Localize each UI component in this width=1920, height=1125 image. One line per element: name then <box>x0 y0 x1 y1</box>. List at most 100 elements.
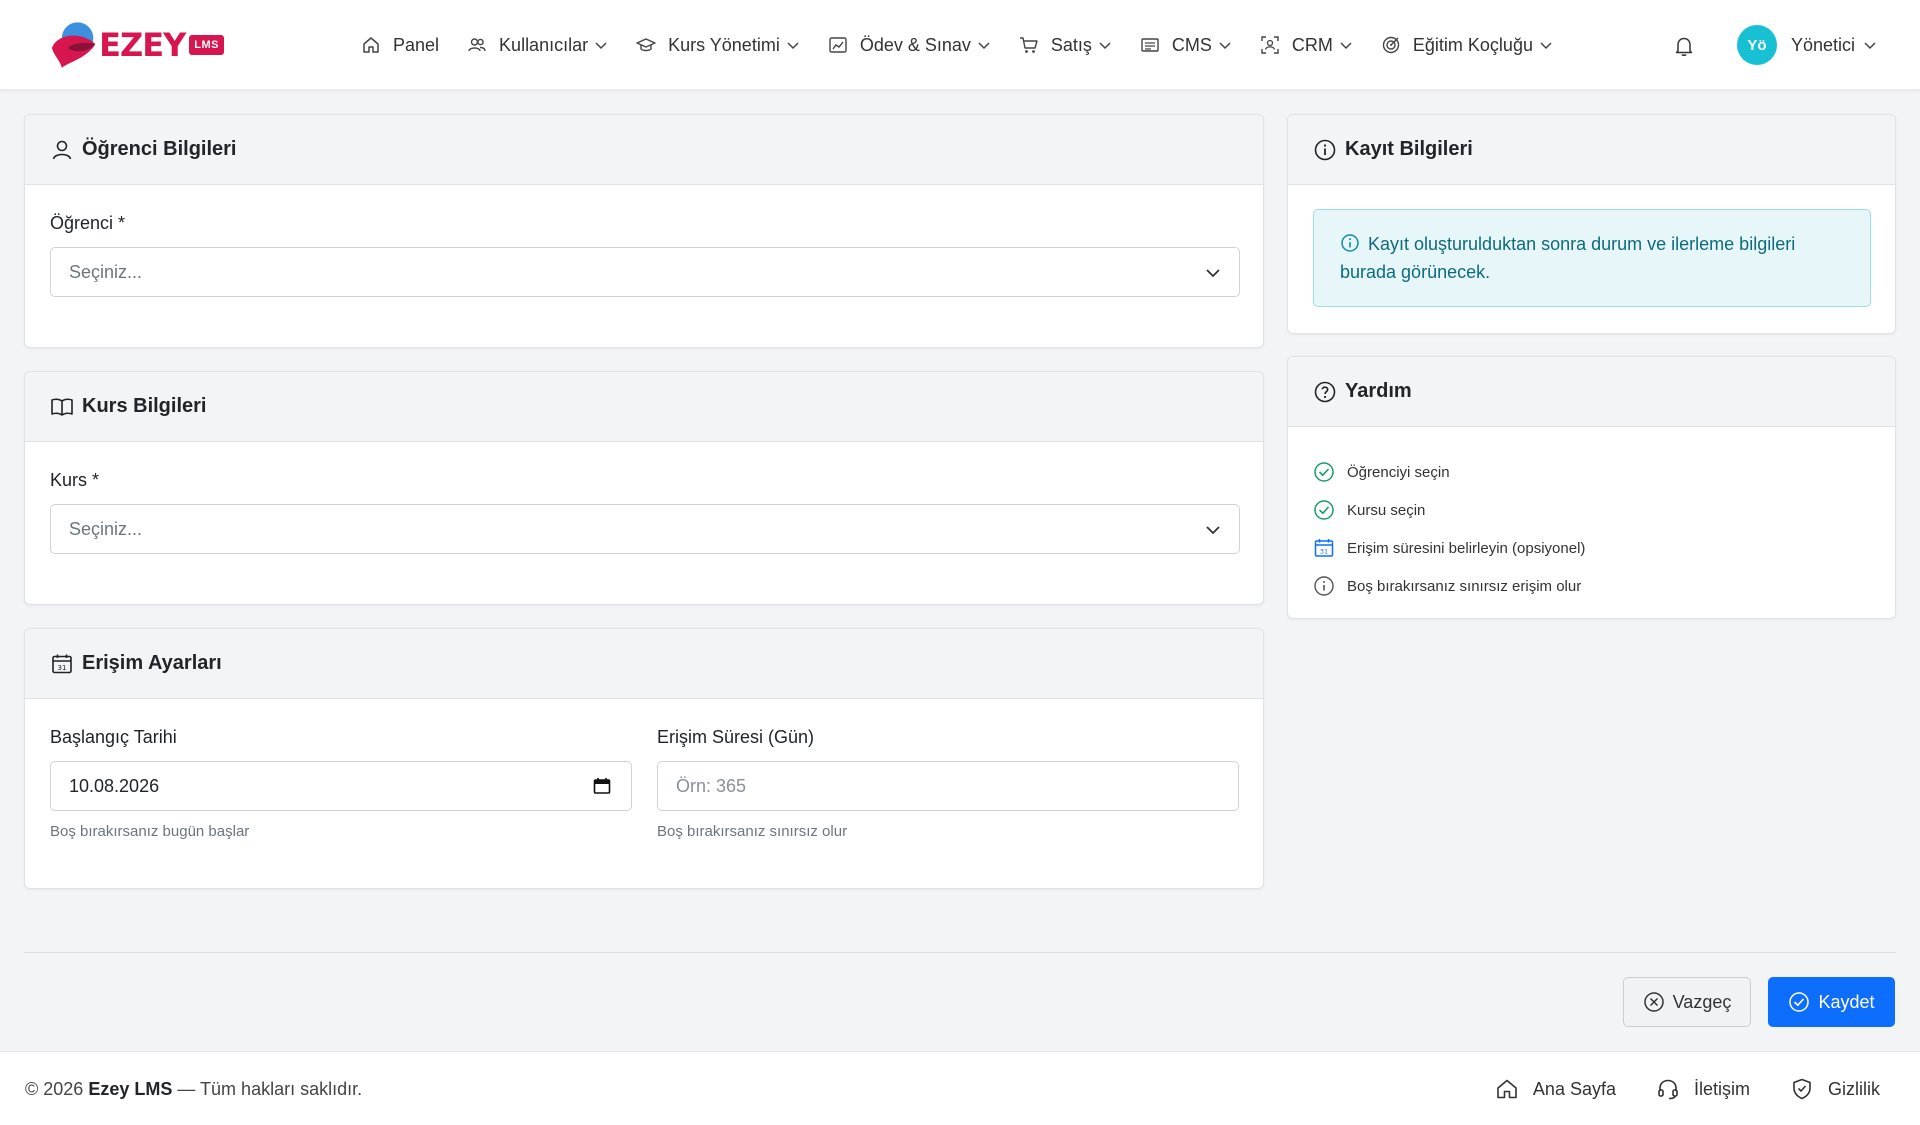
logo-mark-icon <box>51 22 96 68</box>
info-circle-icon <box>1314 139 1336 160</box>
user-name: Yönetici <box>1791 34 1856 55</box>
book-icon <box>51 398 73 416</box>
nav-label: Ödev & Sınav <box>859 34 971 55</box>
check-circle-icon <box>1314 462 1334 482</box>
nav-item-sales[interactable]: Satış <box>1005 0 1126 90</box>
info-circle-icon <box>1341 234 1359 252</box>
chevron-down-icon <box>1099 42 1111 50</box>
card-header: Öğrenci Bilgileri <box>25 115 1263 185</box>
course-info-card: Kurs Bilgileri Kurs * Seçiniz... <box>24 371 1264 605</box>
question-circle-icon <box>1314 381 1336 402</box>
help-card: Yardım Öğrenciyi seçin Kursu seçin 31 Er… <box>1287 356 1896 619</box>
nav-label: Kullanıcılar <box>499 34 589 55</box>
access-settings-card: 31 Erişim Ayarları Başlangıç Tarihi 10.0… <box>24 628 1264 889</box>
student-select-placeholder: Seçiniz... <box>69 261 143 282</box>
chevron-down-icon <box>787 42 799 50</box>
help-item: Öğrenciyi seçin <box>1313 453 1585 491</box>
bell-icon[interactable] <box>1672 34 1696 58</box>
nav-label: Kurs Yönetimi <box>668 34 780 55</box>
help-item-text: Erişim süresini belirleyin (opsiyonel) <box>1347 539 1586 557</box>
start-date-value: 10.08.2026 <box>69 775 160 796</box>
footer-link-home[interactable]: Ana Sayfa <box>1495 1077 1616 1101</box>
nav-item-crm[interactable]: CRM <box>1246 0 1367 90</box>
chevron-down-icon <box>1206 269 1220 278</box>
brand-name: EZEY <box>99 26 186 64</box>
home-icon <box>1497 1079 1517 1099</box>
help-item-text: Boş bırakırsanız sınırsız erişim olur <box>1347 577 1582 595</box>
start-date-hint: Boş bırakırsanız bugün başlar <box>50 823 250 840</box>
nav-label: Panel <box>393 34 440 55</box>
check-circle-icon <box>1789 992 1810 1012</box>
card-title: Öğrenci Bilgileri <box>82 138 237 160</box>
footer-link-label: Ana Sayfa <box>1532 1078 1616 1099</box>
home-icon <box>363 37 379 53</box>
user-menu[interactable]: Yö Yönetici <box>1737 25 1877 65</box>
duration-placeholder: Örn: 365 <box>676 775 747 796</box>
card-body: Kayıt oluşturulduktan sonra durum ve ile… <box>1288 185 1895 333</box>
card-header: Yardım <box>1288 357 1895 427</box>
nav-item-course-management[interactable]: Kurs Yönetimi <box>622 0 814 90</box>
nav-label: CMS <box>1171 34 1212 55</box>
actions-divider <box>24 952 1896 953</box>
newspaper-icon <box>1141 38 1159 52</box>
chevron-down-icon <box>595 42 607 50</box>
footer-link-label: İletişim <box>1693 1078 1750 1099</box>
card-header: Kurs Bilgileri <box>25 372 1263 442</box>
brand-badge: LMS <box>189 35 224 55</box>
chevron-down-icon <box>1219 42 1231 50</box>
help-item-text: Öğrenciyi seçin <box>1347 463 1450 481</box>
footer-links: Ana Sayfa İletişim Gizlilik <box>1455 1074 1880 1104</box>
top-navbar: EZEY LMS Panel Kullanıcılar Kurs Yönetim… <box>0 0 1920 90</box>
nav-item-cms[interactable]: CMS <box>1126 0 1246 90</box>
cancel-button[interactable]: Vazgeç <box>1623 977 1751 1027</box>
copyright-suffix: — Tüm hakları saklıdır. <box>177 1079 363 1099</box>
svg-text:31: 31 <box>58 664 67 672</box>
student-select[interactable]: Seçiniz... <box>50 247 1240 297</box>
footer-link-contact[interactable]: İletişim <box>1656 1077 1750 1101</box>
nav-label: CRM <box>1291 34 1333 55</box>
x-circle-icon <box>1643 992 1664 1012</box>
footer-link-privacy[interactable]: Gizlilik <box>1790 1077 1880 1101</box>
brand-logo[interactable]: EZEY LMS <box>48 18 224 72</box>
chevron-down-icon <box>1540 42 1552 50</box>
info-alert: Kayıt oluşturulduktan sonra durum ve ile… <box>1313 209 1871 307</box>
calendar-icon: 31 <box>52 654 72 673</box>
save-button[interactable]: Kaydet <box>1768 977 1895 1027</box>
nav-label: Satış <box>1050 34 1092 55</box>
card-title: Kayıt Bilgileri <box>1345 138 1473 160</box>
avatar: Yö <box>1737 25 1777 65</box>
card-body: Öğrenciyi seçin Kursu seçin 31 Erişim sü… <box>1288 427 1895 617</box>
start-date-label: Başlangıç Tarihi <box>50 727 177 747</box>
main-nav: Panel Kullanıcılar Kurs Yönetimi Ödev & … <box>347 0 1567 90</box>
nav-item-assignments-exams[interactable]: Ödev & Sınav <box>814 0 1005 90</box>
course-select-placeholder: Seçiniz... <box>69 518 143 539</box>
nav-item-panel[interactable]: Panel <box>347 0 453 90</box>
course-select[interactable]: Seçiniz... <box>50 504 1240 554</box>
person-bounding-icon <box>1261 36 1279 54</box>
nav-item-users[interactable]: Kullanıcılar <box>453 0 622 90</box>
chevron-down-icon <box>1864 42 1876 50</box>
target-icon <box>1382 36 1400 54</box>
copyright: © 2026 Ezey LMS — Tüm hakları saklıdır. <box>25 1079 362 1100</box>
duration-input[interactable]: Örn: 365 <box>657 761 1239 811</box>
info-circle-icon <box>1314 576 1334 596</box>
footer-link-label: Gizlilik <box>1828 1078 1880 1099</box>
help-item: Boş bırakırsanız sınırsız erişim olur <box>1313 567 1585 605</box>
person-icon <box>52 140 72 159</box>
duration-label: Erişim Süresi (Gün) <box>657 727 815 747</box>
nav-item-education-coaching[interactable]: Eğitim Koçluğu <box>1367 0 1567 90</box>
student-info-card: Öğrenci Bilgileri Öğrenci * Seçiniz... <box>24 114 1264 348</box>
cancel-button-label: Vazgeç <box>1672 991 1732 1012</box>
help-item: Kursu seçin <box>1313 491 1585 529</box>
calendar-picker-icon[interactable] <box>593 777 611 795</box>
copyright-brand: Ezey LMS <box>88 1079 173 1099</box>
student-label: Öğrenci * <box>50 213 126 233</box>
card-title: Erişim Ayarları <box>82 652 222 674</box>
help-item: 31 Erişim süresini belirleyin (opsiyonel… <box>1313 529 1585 567</box>
start-date-input[interactable]: 10.08.2026 <box>50 761 632 811</box>
users-icon <box>468 38 486 52</box>
graduation-cap-icon <box>636 38 656 52</box>
help-list: Öğrenciyi seçin Kursu seçin 31 Erişim sü… <box>1313 453 1585 605</box>
nav-label: Eğitim Koçluğu <box>1412 34 1533 55</box>
card-title: Yardım <box>1345 380 1412 402</box>
